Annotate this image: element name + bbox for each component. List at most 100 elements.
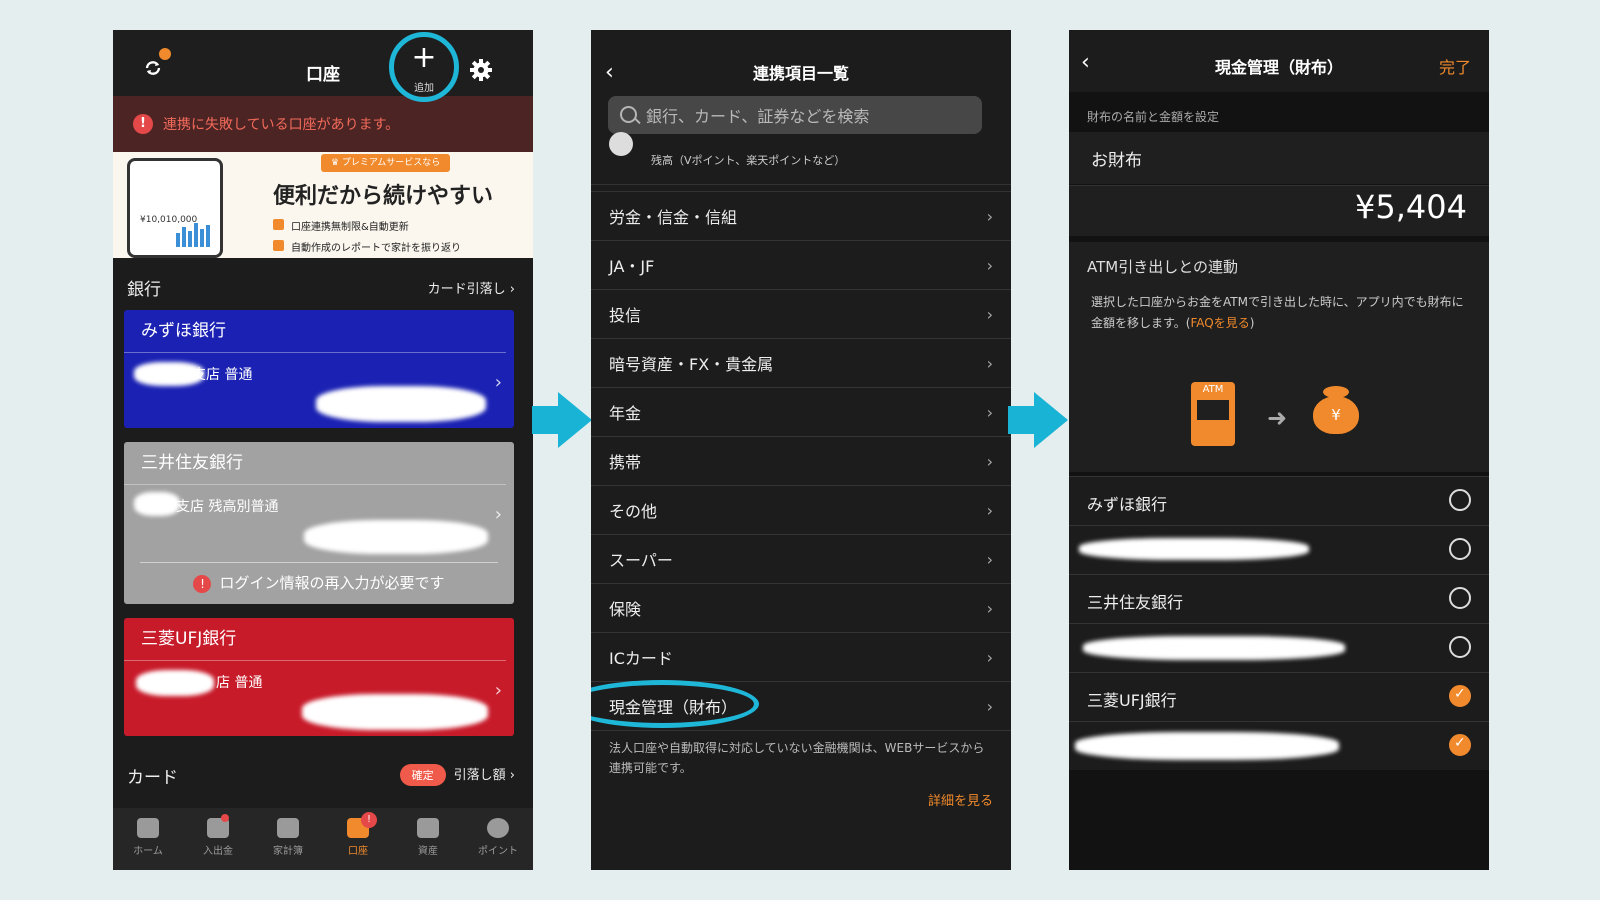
list-item-points[interactable]: 残高（Vポイント、楽天ポイントなど） xyxy=(591,132,1011,185)
atm-link-section: ATM引き出しとの連動 選択した口座からお金をATMで引き出した時に、アプリ内で… xyxy=(1069,242,1489,472)
list-item-label: 携帯 xyxy=(609,453,642,472)
header: 口座 + 追加 xyxy=(113,30,533,102)
card-section-header: カード 確定 引落し額 › xyxy=(113,758,533,792)
bank-card-smbc[interactable]: 三井住友銀行 支店 残高別普通 › ! ログイン情報の再入力が必要です xyxy=(124,442,514,604)
premium-banner[interactable]: ¥10,010,000 ♛ プレミアムサービスなら 便利だから続けやすい 口座連… xyxy=(113,152,533,258)
list-item[interactable]: 労金・信金・信組 › xyxy=(591,191,1011,240)
wallet-amount-field[interactable]: ¥5,404 xyxy=(1069,185,1489,236)
premium-crown-icon xyxy=(159,48,171,60)
tab-transactions[interactable]: 入出金 xyxy=(183,808,253,870)
bank-name: 三菱UFJ銀行 xyxy=(124,618,506,661)
card-withdrawal-label: カード引落し xyxy=(427,281,506,297)
bank-branch: 支店 残高別普通 xyxy=(176,499,279,515)
redaction xyxy=(316,386,486,422)
list-item-label: 保険 xyxy=(609,600,642,619)
category-list: 労金・信金・信組 › JA・JF › 投信 › 暗号資産・FX・貴金属 › 年金 › 携帯… xyxy=(591,191,1011,731)
radio-button-checked[interactable] xyxy=(1449,685,1471,707)
faq-link[interactable]: FAQを見る xyxy=(1190,316,1249,330)
atm-description-end: ) xyxy=(1249,316,1255,330)
login-warning[interactable]: ! ログイン情報の再入力が必要です xyxy=(124,572,514,593)
done-button[interactable]: 完了 xyxy=(1439,54,1471,78)
money-bag-icon xyxy=(417,818,439,838)
card-withdrawal-amount-link[interactable]: 確定 引落し額 › xyxy=(399,764,515,786)
header: ‹ 連携項目一覧 xyxy=(591,30,1011,96)
chevron-right-icon: › xyxy=(986,549,993,569)
list-item[interactable]: 年金 › xyxy=(591,387,1011,436)
account-row[interactable] xyxy=(1069,525,1489,574)
account-name: みずほ銀行 xyxy=(1087,495,1168,514)
purse-icon: ¥ xyxy=(1313,386,1359,434)
chevron-right-icon: › xyxy=(986,500,993,520)
account-row-smbc[interactable]: 三井住友銀行 xyxy=(1069,574,1489,623)
notification-dot xyxy=(221,814,229,822)
bank-card-mufg[interactable]: 三菱UFJ銀行 店 普通 › xyxy=(124,618,514,736)
details-link[interactable]: 詳細を見る xyxy=(928,790,993,809)
highlight-ring xyxy=(591,680,759,728)
search-input[interactable] xyxy=(644,96,968,136)
wallet-name-field[interactable]: お財布 xyxy=(1069,132,1489,184)
account-row-mizuho[interactable]: みずほ銀行 xyxy=(1069,476,1489,525)
radio-button[interactable] xyxy=(1449,587,1471,609)
list-item[interactable]: 暗号資産・FX・貴金属 › xyxy=(591,338,1011,387)
header: ‹ 現金管理（財布） 完了 xyxy=(1069,30,1489,93)
page-title: 連携項目一覧 xyxy=(752,64,849,83)
chevron-right-icon: › xyxy=(986,255,993,275)
redaction xyxy=(134,362,204,386)
bank-card-mizuho[interactable]: みずほ銀行 支店 普通 › xyxy=(124,310,514,428)
list-item-label: 残高（Vポイント、楽天ポイントなど） xyxy=(651,154,846,167)
list-item[interactable]: ICカード › xyxy=(591,632,1011,681)
section-label: 財布の名前と金額を設定 xyxy=(1087,110,1220,124)
premium-badge: ♛ プレミアムサービスなら xyxy=(321,154,451,172)
plus-icon: + xyxy=(411,40,437,75)
search-bar[interactable] xyxy=(608,96,982,136)
radio-button[interactable] xyxy=(1449,538,1471,560)
account-list: みずほ銀行 三井住友銀行 三菱UFJ銀行 xyxy=(1069,476,1489,770)
tab-accounts[interactable]: ! 口座 xyxy=(323,808,393,870)
integration-list-screen: ‹ 連携項目一覧 残高（Vポイント、楽天ポイントなど） 労金・信金・信組 › JA… xyxy=(591,30,1011,870)
redaction xyxy=(136,670,214,696)
tab-label: 資産 xyxy=(418,846,438,857)
list-item[interactable]: 投信 › xyxy=(591,289,1011,338)
tab-points[interactable]: ポイント xyxy=(463,808,533,870)
card-withdrawal-link[interactable]: カード引落し › xyxy=(428,278,515,297)
gear-icon[interactable] xyxy=(469,58,493,82)
list-item[interactable]: その他 › xyxy=(591,485,1011,534)
radio-button[interactable] xyxy=(1449,489,1471,511)
account-row[interactable] xyxy=(1069,623,1489,672)
radio-button-checked[interactable] xyxy=(1449,734,1471,756)
tab-household-book[interactable]: 家計簿 xyxy=(253,808,323,870)
login-warning-text: ログイン情報の再入力が必要です xyxy=(219,574,445,592)
chevron-right-icon: › xyxy=(509,768,515,783)
account-row[interactable] xyxy=(1069,721,1489,770)
chevron-right-icon: › xyxy=(986,647,993,667)
list-item[interactable]: 携帯 › xyxy=(591,436,1011,485)
chevron-right-icon: › xyxy=(986,206,993,226)
chevron-right-icon: › xyxy=(494,680,502,701)
list-item-label: 労金・信金・信組 xyxy=(609,208,738,227)
redaction xyxy=(1083,636,1345,660)
atm-section-title: ATM引き出しとの連動 xyxy=(1087,258,1239,276)
tab-assets[interactable]: 資産 xyxy=(393,808,463,870)
atm-description-text: 選択した口座からお金をATMで引き出した時に、アプリ内でも財布に金額を移します。… xyxy=(1091,295,1464,330)
redaction xyxy=(304,520,488,554)
account-row-mufg[interactable]: 三菱UFJ銀行 xyxy=(1069,672,1489,721)
list-item[interactable]: 保険 › xyxy=(591,583,1011,632)
tab-badge: ! xyxy=(361,812,377,828)
wallet-amount-value: ¥5,404 xyxy=(1355,188,1467,226)
tab-label: 口座 xyxy=(348,846,368,857)
radio-button[interactable] xyxy=(1449,636,1471,658)
list-item-label: 年金 xyxy=(609,404,642,423)
list-item[interactable]: JA・JF › xyxy=(591,240,1011,289)
add-label: 追加 xyxy=(414,83,434,94)
list-item[interactable]: スーパー › xyxy=(591,534,1011,583)
add-account-button[interactable]: + 追加 xyxy=(389,32,459,102)
sync-error-alert[interactable]: ! 連携に失敗している口座があります。 xyxy=(113,96,533,152)
list-item-cash-management[interactable]: 現金管理（財布） › xyxy=(591,680,1011,731)
bank-branch: 店 普通 xyxy=(216,675,263,691)
tab-home[interactable]: ホーム xyxy=(113,808,183,870)
footnote: 法人口座や自動取得に対応していない金融機関は、WEBサービスから連携可能です。 xyxy=(609,741,985,775)
list-item-label: その他 xyxy=(609,502,658,521)
alert-icon: ! xyxy=(133,114,153,134)
bank-name: みずほ銀行 xyxy=(124,310,506,353)
banner-phone-image: ¥10,010,000 xyxy=(127,158,223,258)
